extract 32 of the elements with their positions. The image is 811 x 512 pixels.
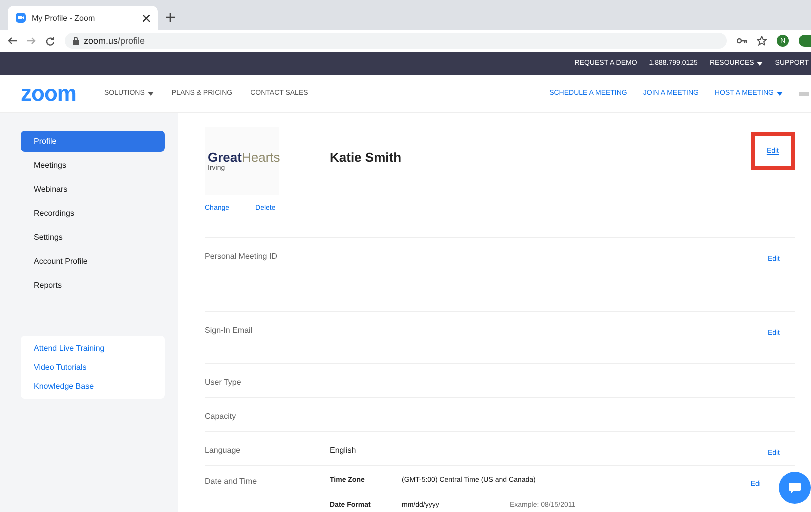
help-link[interactable]: Knowledge Base (34, 382, 152, 391)
browser-tab[interactable]: My Profile - Zoom (8, 6, 158, 30)
star-icon[interactable] (757, 36, 767, 46)
chat-bubble-icon (789, 482, 801, 494)
field-label: Date and Time (205, 476, 258, 488)
sidebar-item[interactable]: Reports (21, 275, 165, 296)
new-tab-icon[interactable] (166, 12, 175, 22)
field-label: Sign-In Email (205, 325, 254, 337)
organization-logo-text: GreatHearts (208, 150, 279, 165)
url-text: zoom.us/profile (84, 36, 146, 46)
field-label: Capacity (205, 411, 238, 423)
address-bar[interactable]: zoom.us/profile (65, 33, 727, 49)
back-arrow-icon[interactable] (8, 37, 17, 45)
lock-icon (73, 37, 79, 45)
sidebar-item[interactable]: Meetings (21, 155, 165, 176)
sidebar-item[interactable]: Settings (21, 227, 165, 248)
field-label: Personal Meeting ID (205, 251, 278, 263)
help-link[interactable]: Attend Live Training (34, 344, 152, 353)
sidebar-item[interactable]: Webinars (21, 179, 165, 200)
key-icon[interactable] (737, 38, 747, 44)
sidebar-item[interactable]: Profile (21, 131, 165, 152)
sidebar-item[interactable]: Account Profile (21, 251, 165, 272)
field-label: Language (205, 445, 242, 457)
zoom-logo[interactable]: zoom (21, 80, 76, 106)
video-camera-icon (16, 13, 26, 23)
field-label: User Type (205, 377, 242, 389)
help-link[interactable]: Video Tutorials (34, 363, 152, 372)
close-icon[interactable] (143, 14, 150, 22)
sidebar-item[interactable]: Recordings (21, 203, 165, 224)
field-value: English (330, 445, 356, 457)
profile-name: Katie Smith (330, 150, 402, 167)
reload-icon[interactable] (46, 36, 55, 46)
